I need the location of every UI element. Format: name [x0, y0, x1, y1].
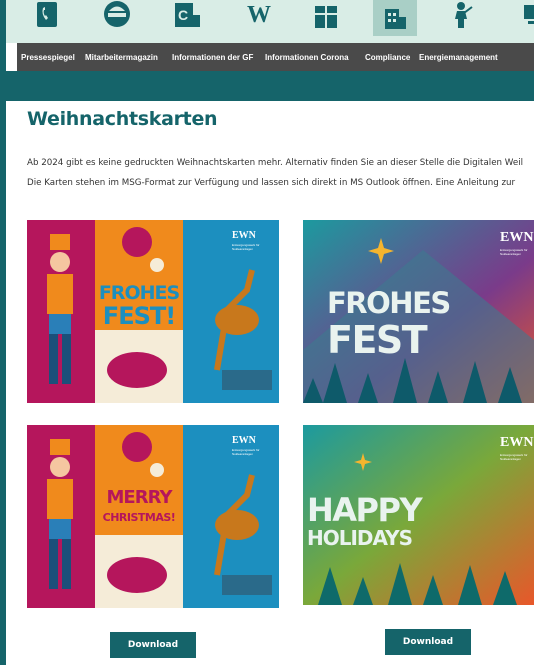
ewn-logo-subtitle: Entsorgungswerk für Nuklearanlagen [500, 248, 528, 256]
card-greeting-line-1: HAPPY [307, 491, 423, 529]
phone-icon[interactable] [34, 0, 60, 30]
card-greeting-line-2: FEST [327, 318, 428, 362]
download-button-left[interactable]: Download [110, 632, 196, 658]
ewn-logo: EWN [232, 435, 256, 446]
ewn-logo: EWN [500, 230, 534, 245]
card-greeting-line-2: FEST! [102, 302, 176, 330]
ewn-logo-subtitle: Entsorgungswerk für Nuklearanlagen [232, 448, 260, 456]
card-greeting-line-2: CHRISTMAS! [102, 511, 176, 524]
svg-text:C: C [178, 7, 188, 23]
nav-item-informationen-corona[interactable]: Informationen Corona [265, 43, 349, 71]
ewn-logo-subtitle: Entsorgungswerk für Nuklearanlagen [232, 243, 260, 251]
card-greeting-line-2: HOLIDAYS [307, 526, 413, 550]
intro-text-line-2: Die Karten stehen im MSG-Format zur Verf… [27, 178, 516, 188]
intro-text-line-1: Ab 2024 gibt es keine gedruckten Weihnac… [27, 158, 524, 168]
card-greeting-line-1: MERRY [106, 487, 173, 508]
nav-item-informationen-gf[interactable]: Informationen der GF [172, 43, 253, 71]
page-title: Weihnachtskarten [27, 108, 218, 130]
worker-icon[interactable] [446, 0, 476, 30]
christmas-card-merry-christmas[interactable]: MERRY CHRISTMAS! EWN Entsorgungswerk für… [27, 425, 279, 608]
header-band [6, 71, 534, 101]
nav-item-mitarbeitermagazin[interactable]: Mitarbeitermagazin [85, 43, 158, 71]
christmas-card-frohes-fest-1[interactable]: FROHES FEST! EWN Entsorgungswerk für Nuk… [27, 220, 279, 403]
ewn-logo-subtitle: Entsorgungswerk für Nuklearanlagen [500, 453, 528, 461]
building-icon[interactable] [373, 0, 417, 36]
card-greeting-line-1: FROHES [98, 282, 180, 304]
ewn-logo: EWN [232, 230, 256, 241]
christmas-card-frohes-fest-2[interactable]: FROHES FEST EWN Entsorgungswerk für Nukl… [303, 220, 534, 403]
nav-item-energiemanagement[interactable]: Energiemanagement [419, 43, 498, 71]
christmas-card-happy-holidays[interactable]: HAPPY HOLIDAYS EWN Entsorgungswerk für N… [303, 425, 534, 605]
document-icon[interactable]: C [172, 0, 202, 30]
ewn-logo: EWN [500, 435, 534, 450]
nav-item-pressespiegel[interactable]: Pressespiegel [21, 43, 75, 71]
nav-item-compliance[interactable]: Compliance [365, 43, 410, 71]
icon-bar: C W [6, 0, 534, 43]
card-greeting-line-1: FROHES [327, 286, 451, 320]
screen-icon[interactable] [520, 0, 534, 30]
helmet-icon[interactable] [102, 0, 132, 30]
download-button-right[interactable]: Download [385, 629, 471, 655]
main-nav: Pressespiegel Mitarbeitermagazin Informa… [17, 43, 534, 71]
gift-icon[interactable] [312, 0, 340, 30]
wiki-icon[interactable]: W [244, 0, 274, 30]
